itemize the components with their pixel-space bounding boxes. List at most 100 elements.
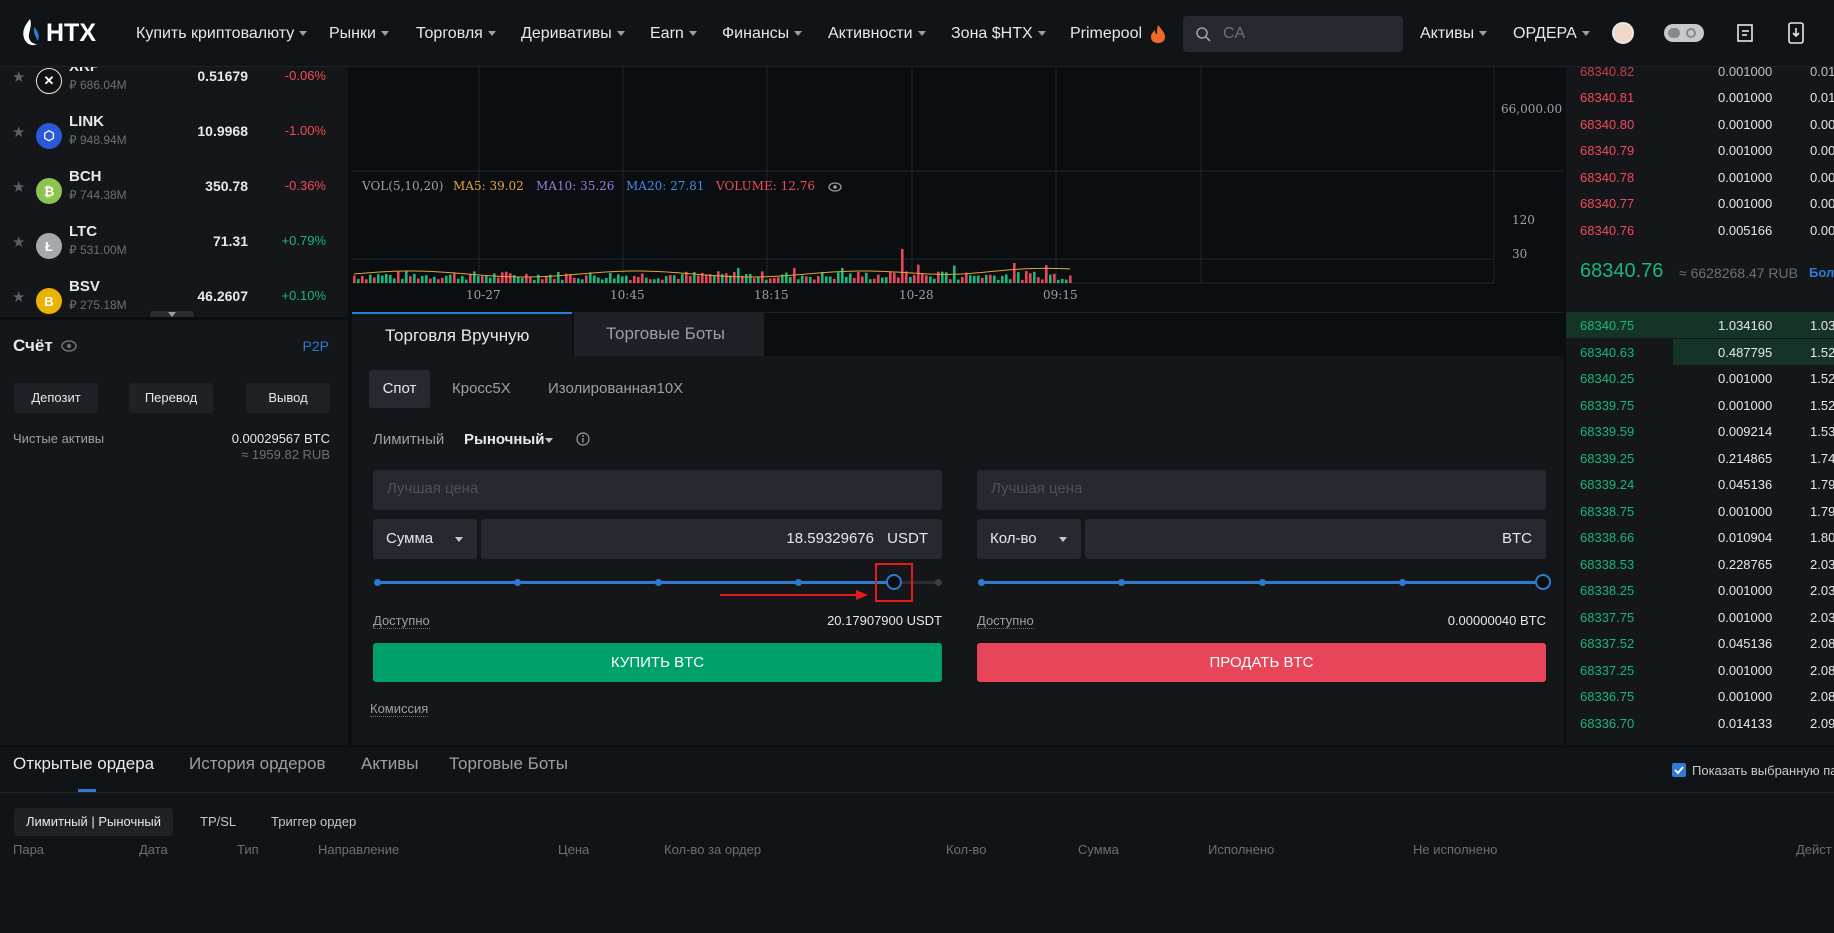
nav-assets[interactable]: Активы: [1420, 0, 1488, 67]
nav-label: Зона $HTX: [951, 25, 1033, 42]
eye-icon[interactable]: [60, 339, 78, 353]
star-icon[interactable]: ★: [12, 123, 25, 141]
nav-primepool[interactable]: Primepool: [1070, 0, 1167, 67]
orderbook-ask-row[interactable]: 68340.78 0.001000 0.007: [1566, 164, 1834, 190]
chevron-down-icon[interactable]: [545, 438, 553, 443]
info-icon[interactable]: [576, 432, 590, 446]
tab-order-history[interactable]: История ордеров: [189, 754, 325, 774]
nav-markets[interactable]: Рынки: [329, 0, 389, 67]
buy-amount-value[interactable]: 18.59329676: [786, 530, 874, 547]
buy-btc-button[interactable]: КУПИТЬ BTC: [373, 643, 942, 682]
subtab-tpsl[interactable]: TP/SL: [188, 808, 248, 836]
tab-assets[interactable]: Активы: [361, 754, 419, 774]
market-row[interactable]: ★ Ł LTC ₽ 531.00M 71.31 +0.79%: [0, 217, 348, 272]
slider-tick[interactable]: [655, 579, 662, 586]
orderbook-bid-row[interactable]: 68339.25 0.214865 1.748: [1566, 445, 1834, 471]
orderbook-bid-row[interactable]: 68339.24 0.045136 1.793: [1566, 471, 1834, 497]
buy-price-field[interactable]: Лучшая цена: [373, 470, 942, 510]
orderbook-bid-row[interactable]: 68340.63 0.487795 1.521: [1566, 338, 1834, 365]
slider-tick[interactable]: [374, 579, 381, 586]
orderbook-bid-row[interactable]: 68338.66 0.010904 1.805: [1566, 524, 1834, 550]
withdraw-button[interactable]: Вывод: [246, 383, 330, 413]
volume-bar: [909, 276, 912, 283]
tab-trading-bots-bottom[interactable]: Торговые Боты: [449, 754, 568, 774]
slider-tick[interactable]: [795, 579, 802, 586]
orderbook-bid-row[interactable]: 68340.25 0.001000 1.522: [1566, 365, 1834, 391]
orderbook-bid-row[interactable]: 68337.52 0.045136 2.080: [1566, 630, 1834, 656]
nav-derivatives[interactable]: Деривативы: [521, 0, 625, 67]
slider-tick[interactable]: [1118, 579, 1125, 586]
market-row[interactable]: ★ ⬡ LINK ₽ 948.94M 10.9968 -1.00%: [0, 107, 348, 162]
tab-open-orders[interactable]: Открытые ордера: [13, 754, 154, 774]
orderbook-bid-row[interactable]: 68338.75 0.001000 1.794: [1566, 498, 1834, 524]
orderbook-bid-row[interactable]: 68339.75 0.001000 1.523: [1566, 392, 1834, 418]
nav-trade[interactable]: Торговля: [416, 0, 496, 67]
star-icon[interactable]: ★: [12, 68, 25, 86]
sell-slider-handle[interactable]: [1535, 574, 1551, 590]
orderbook-bid-row[interactable]: 68340.75 1.034160 1.034: [1566, 312, 1834, 338]
price-chart[interactable]: VOL(5,10,20) MA5: 39.02 MA10: 35.26 MA20…: [352, 67, 1564, 310]
nav-earn[interactable]: Earn: [650, 0, 697, 67]
orderbook-bid-row[interactable]: 68339.59 0.009214 1.533: [1566, 418, 1834, 444]
orderbook-ask-row[interactable]: 68340.79 0.001000 0.008: [1566, 137, 1834, 163]
star-icon[interactable]: ★: [12, 178, 25, 196]
download-icon[interactable]: [1787, 22, 1805, 44]
orderbook-ask-row[interactable]: 68340.82 0.001000 0.011: [1566, 67, 1834, 84]
search-box[interactable]: [1183, 16, 1403, 52]
buy-amount-type-select[interactable]: Сумма: [373, 519, 477, 559]
transfer-button[interactable]: Перевод: [129, 383, 213, 413]
market-row[interactable]: ★ ✕ XRP ₽ 686.04M 0.51679 -0.06%: [0, 67, 348, 107]
tab-trading-bots[interactable]: Торговые Боты: [574, 312, 764, 356]
mode-isolated[interactable]: Изолированная10X: [548, 380, 683, 397]
orderbook-bid-row[interactable]: 68336.75 0.001000 2.082: [1566, 683, 1834, 709]
orderbook-ask-row[interactable]: 68340.77 0.001000 0.006: [1566, 190, 1834, 216]
order-type-market[interactable]: Рыночный: [464, 431, 544, 448]
mode-cross[interactable]: Кросс5X: [452, 380, 511, 397]
slider-tick[interactable]: [1259, 579, 1266, 586]
slider-tick[interactable]: [978, 579, 985, 586]
mode-spot[interactable]: Спот: [369, 370, 430, 408]
order-type-limit[interactable]: Лимитный: [373, 431, 444, 448]
slider-tick[interactable]: [935, 579, 942, 586]
tab-manual-trading[interactable]: Торговля Вручную: [352, 312, 572, 356]
fee-link[interactable]: Комиссия: [370, 701, 429, 717]
notes-icon[interactable]: [1735, 23, 1755, 43]
show-selected-checkbox[interactable]: [1672, 763, 1686, 777]
sell-slider[interactable]: [978, 574, 1551, 590]
more-link[interactable]: Бол: [1809, 265, 1834, 280]
search-input[interactable]: [1223, 25, 1383, 43]
orderbook-bid-row[interactable]: 68337.25 0.001000 2.081: [1566, 657, 1834, 683]
nav-activities[interactable]: Активности: [828, 0, 926, 67]
deposit-button[interactable]: Депозит: [14, 383, 98, 413]
sell-amount-field[interactable]: BTC: [1085, 519, 1546, 559]
vip-badge-icon[interactable]: [1664, 24, 1704, 42]
nav-htx-zone[interactable]: Зона $HTX: [951, 0, 1046, 67]
nav-orders[interactable]: ОРДЕРА: [1513, 0, 1590, 67]
orderbook-ask-row[interactable]: 68340.76 0.005166 0.005: [1566, 217, 1834, 243]
orderbook-ask-row[interactable]: 68340.80 0.001000 0.009: [1566, 111, 1834, 137]
orderbook-bid-row[interactable]: 68336.70 0.014133 2.097: [1566, 710, 1834, 736]
p2p-link[interactable]: P2P: [303, 338, 329, 354]
orderbook-bid-row[interactable]: 68338.53 0.228765 2.033: [1566, 551, 1834, 577]
buy-amount-field[interactable]: 18.59329676 USDT: [481, 519, 942, 559]
buy-slider[interactable]: [374, 574, 942, 590]
avatar[interactable]: [1612, 22, 1634, 44]
orderbook-bid-row[interactable]: 68337.75 0.001000 2.035: [1566, 604, 1834, 630]
star-icon[interactable]: ★: [12, 233, 25, 251]
subtab-trigger[interactable]: Триггер ордер: [259, 808, 368, 836]
nav-finance[interactable]: Финансы: [722, 0, 803, 67]
eye-icon[interactable]: [828, 181, 842, 193]
orderbook-ask-row[interactable]: 68340.81 0.001000 0.010: [1566, 84, 1834, 110]
market-row[interactable]: ★ ₿ BCH ₽ 744.38M 350.78 -0.36%: [0, 162, 348, 217]
nav-buy-crypto[interactable]: Купить криптовалюту: [136, 0, 308, 67]
sell-btc-button[interactable]: ПРОДАТЬ BTC: [977, 643, 1546, 682]
htx-logo[interactable]: HTX: [20, 16, 96, 50]
slider-tick[interactable]: [1399, 579, 1406, 586]
sell-amount-type-select[interactable]: Кол-во: [977, 519, 1081, 559]
sell-price-field[interactable]: Лучшая цена: [977, 470, 1546, 510]
star-icon[interactable]: ★: [12, 288, 25, 306]
subtab-limit-market[interactable]: Лимитный | Рыночный: [14, 808, 174, 836]
slider-tick[interactable]: [514, 579, 521, 586]
orderbook-bid-row[interactable]: 68338.25 0.001000 2.034: [1566, 577, 1834, 603]
collapse-handle[interactable]: [150, 311, 194, 317]
